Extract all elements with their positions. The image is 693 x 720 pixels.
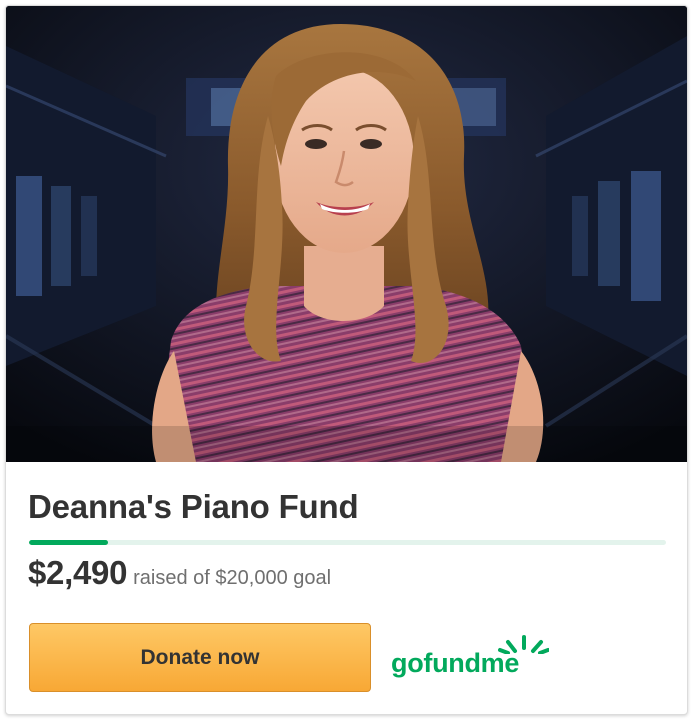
fundraiser-card[interactable]: Deanna's Piano Fund $2,490 raised of $20,… (5, 5, 688, 715)
gofundme-logo[interactable]: gofundme (391, 634, 549, 686)
donate-button[interactable]: Donate now (29, 623, 371, 692)
raised-amount: $2,490 (28, 554, 128, 591)
goal-text: raised of $20,000 goal (133, 567, 332, 589)
campaign-title: Deanna's Piano Fund (28, 488, 359, 525)
campaign-photo (6, 6, 687, 462)
progress-bar (29, 540, 666, 545)
funding-summary: $2,490 raised of $20,000 goal (28, 554, 331, 592)
progress-bar-fill (29, 540, 109, 545)
logo-wordmark: gofundme (391, 648, 520, 678)
